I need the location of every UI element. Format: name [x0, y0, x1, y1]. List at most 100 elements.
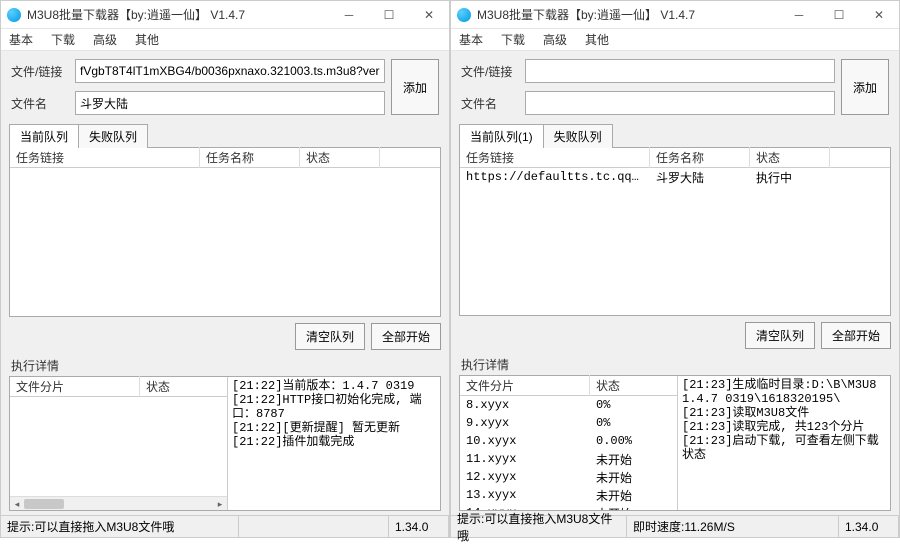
start-all-button[interactable]: 全部开始: [821, 322, 891, 349]
list-item[interactable]: 13.xyyx未开始: [460, 486, 677, 504]
menubar: 基本 下载 高级 其他: [1, 29, 449, 51]
titlebar: M3U8批量下载器【by:逍遥一仙】 V1.4.7 ─ ☐ ✕: [451, 1, 899, 29]
queue-tabs: 当前队列 失败队列: [1, 123, 449, 147]
list-item[interactable]: 8.xyyx0%: [460, 396, 677, 414]
list-item[interactable]: 10.xyyx0.00%: [460, 432, 677, 450]
seg-name: 8.xyyx: [460, 397, 590, 413]
cell-link: https://defaultts.tc.qq.com/d...: [460, 169, 650, 185]
file-link-input[interactable]: [75, 59, 385, 83]
label-file-name: 文件名: [11, 95, 69, 112]
seg-status: 未开始: [590, 468, 670, 487]
seg-name: 11.xyyx: [460, 451, 590, 467]
label-file-link: 文件/链接: [11, 63, 69, 80]
file-link-input[interactable]: [525, 59, 835, 83]
detail-panel: 文件分片 状态 8.xyyx0%9.xyyx0%10.xyyx0.00%11.x…: [459, 375, 891, 511]
seg-name: 9.xyyx: [460, 415, 590, 431]
menu-basic[interactable]: 基本: [455, 29, 487, 50]
th-task-link[interactable]: 任务链接: [10, 147, 200, 168]
list-item[interactable]: 9.xyyx0%: [460, 414, 677, 432]
table-row[interactable]: https://defaultts.tc.qq.com/d...斗罗大陆执行中: [460, 168, 890, 186]
th-task-link[interactable]: 任务链接: [460, 147, 650, 168]
menu-advanced[interactable]: 高级: [539, 29, 571, 50]
seg-status: 未开始: [590, 486, 670, 505]
statusbar: 提示:可以直接拖入M3U8文件哦 即时速度:11.26M/S 1.34.0: [451, 515, 899, 537]
queue-panel: 任务链接 任务名称 状态 https://defaultts.tc.qq.com…: [459, 147, 891, 316]
segment-body[interactable]: 8.xyyx0%9.xyyx0%10.xyyx0.00%11.xyyx未开始12…: [460, 396, 677, 510]
th-status[interactable]: 状态: [300, 147, 380, 168]
status-version: 1.34.0: [839, 516, 899, 537]
seg-status: 未开始: [590, 450, 670, 469]
detail-panel: 文件分片 状态 ◂ ▸ [21:22]当前版本：1.4.7 0319 [21:2…: [9, 376, 441, 511]
th-seg-status[interactable]: 状态: [140, 376, 220, 397]
file-name-input[interactable]: [525, 91, 835, 115]
queue-body[interactable]: https://defaultts.tc.qq.com/d...斗罗大陆执行中: [460, 168, 890, 315]
menu-download[interactable]: 下载: [497, 29, 529, 50]
queue-body[interactable]: [10, 168, 440, 316]
window-title: M3U8批量下载器【by:逍遥一仙】 V1.4.7: [27, 6, 329, 23]
status-mid: [239, 516, 389, 537]
th-task-name[interactable]: 任务名称: [200, 147, 300, 168]
menu-other[interactable]: 其他: [581, 29, 613, 50]
app-icon: [457, 8, 471, 22]
seg-status: 0%: [590, 397, 670, 413]
window-right: M3U8批量下载器【by:逍遥一仙】 V1.4.7 ─ ☐ ✕ 基本 下载 高级…: [450, 0, 900, 538]
seg-name: 13.xyyx: [460, 487, 590, 503]
status-hint: 提示:可以直接拖入M3U8文件哦: [451, 516, 627, 537]
list-item[interactable]: 11.xyyx未开始: [460, 450, 677, 468]
th-segment[interactable]: 文件分片: [10, 376, 140, 397]
window-left: M3U8批量下载器【by:逍遥一仙】 V1.4.7 ─ ☐ ✕ 基本 下载 高级…: [0, 0, 450, 538]
log-area[interactable]: [21:23]生成临时目录:D:\B\M3U8 1.4.7 0319\16183…: [678, 376, 890, 510]
start-all-button[interactable]: 全部开始: [371, 323, 441, 350]
window-title: M3U8批量下载器【by:逍遥一仙】 V1.4.7: [477, 6, 779, 23]
add-button[interactable]: 添加: [391, 59, 439, 115]
status-version: 1.34.0: [389, 516, 449, 537]
menubar: 基本 下载 高级 其他: [451, 29, 899, 51]
cell-name: 斗罗大陆: [650, 168, 750, 187]
maximize-button[interactable]: ☐: [369, 1, 409, 29]
add-button[interactable]: 添加: [841, 59, 889, 115]
scroll-right-icon[interactable]: ▸: [213, 497, 227, 511]
queue-panel: 任务链接 任务名称 状态: [9, 147, 441, 317]
segment-body[interactable]: [10, 397, 227, 496]
seg-status: 0%: [590, 415, 670, 431]
seg-name: 12.xyyx: [460, 469, 590, 485]
menu-other[interactable]: 其他: [131, 29, 163, 50]
minimize-button[interactable]: ─: [779, 1, 819, 29]
clear-queue-button[interactable]: 清空队列: [745, 322, 815, 349]
status-speed: 即时速度:11.26M/S: [627, 516, 839, 537]
label-file-name: 文件名: [461, 95, 519, 112]
seg-status: 0.00%: [590, 433, 670, 449]
tab-fail-queue[interactable]: 失败队列: [78, 124, 148, 148]
th-segment[interactable]: 文件分片: [460, 375, 590, 396]
tab-fail-queue[interactable]: 失败队列: [543, 124, 613, 148]
list-item[interactable]: 12.xyyx未开始: [460, 468, 677, 486]
form-area: 文件/链接 文件名 添加: [1, 51, 449, 121]
clear-queue-button[interactable]: 清空队列: [295, 323, 365, 350]
cell-status: 执行中: [750, 168, 830, 187]
hscrollbar[interactable]: ◂ ▸: [10, 496, 227, 510]
queue-tabs: 当前队列(1) 失败队列: [451, 123, 899, 147]
tab-current-queue[interactable]: 当前队列: [9, 124, 79, 148]
label-file-link: 文件/链接: [461, 63, 519, 80]
titlebar: M3U8批量下载器【by:逍遥一仙】 V1.4.7 ─ ☐ ✕: [1, 1, 449, 29]
th-seg-status[interactable]: 状态: [590, 375, 670, 396]
close-button[interactable]: ✕: [859, 1, 899, 29]
log-area[interactable]: [21:22]当前版本：1.4.7 0319 [21:22]HTTP接口初始化完…: [228, 377, 440, 510]
th-status[interactable]: 状态: [750, 147, 830, 168]
exec-detail-title: 执行详情: [1, 354, 449, 376]
minimize-button[interactable]: ─: [329, 1, 369, 29]
app-icon: [7, 8, 21, 22]
menu-download[interactable]: 下载: [47, 29, 79, 50]
th-task-name[interactable]: 任务名称: [650, 147, 750, 168]
statusbar: 提示:可以直接拖入M3U8文件哦 1.34.0: [1, 515, 449, 537]
file-name-input[interactable]: [75, 91, 385, 115]
form-area: 文件/链接 文件名 添加: [451, 51, 899, 121]
menu-basic[interactable]: 基本: [5, 29, 37, 50]
maximize-button[interactable]: ☐: [819, 1, 859, 29]
exec-detail-title: 执行详情: [451, 353, 899, 375]
scroll-left-icon[interactable]: ◂: [10, 497, 24, 511]
seg-name: 10.xyyx: [460, 433, 590, 449]
close-button[interactable]: ✕: [409, 1, 449, 29]
tab-current-queue[interactable]: 当前队列(1): [459, 124, 544, 148]
menu-advanced[interactable]: 高级: [89, 29, 121, 50]
